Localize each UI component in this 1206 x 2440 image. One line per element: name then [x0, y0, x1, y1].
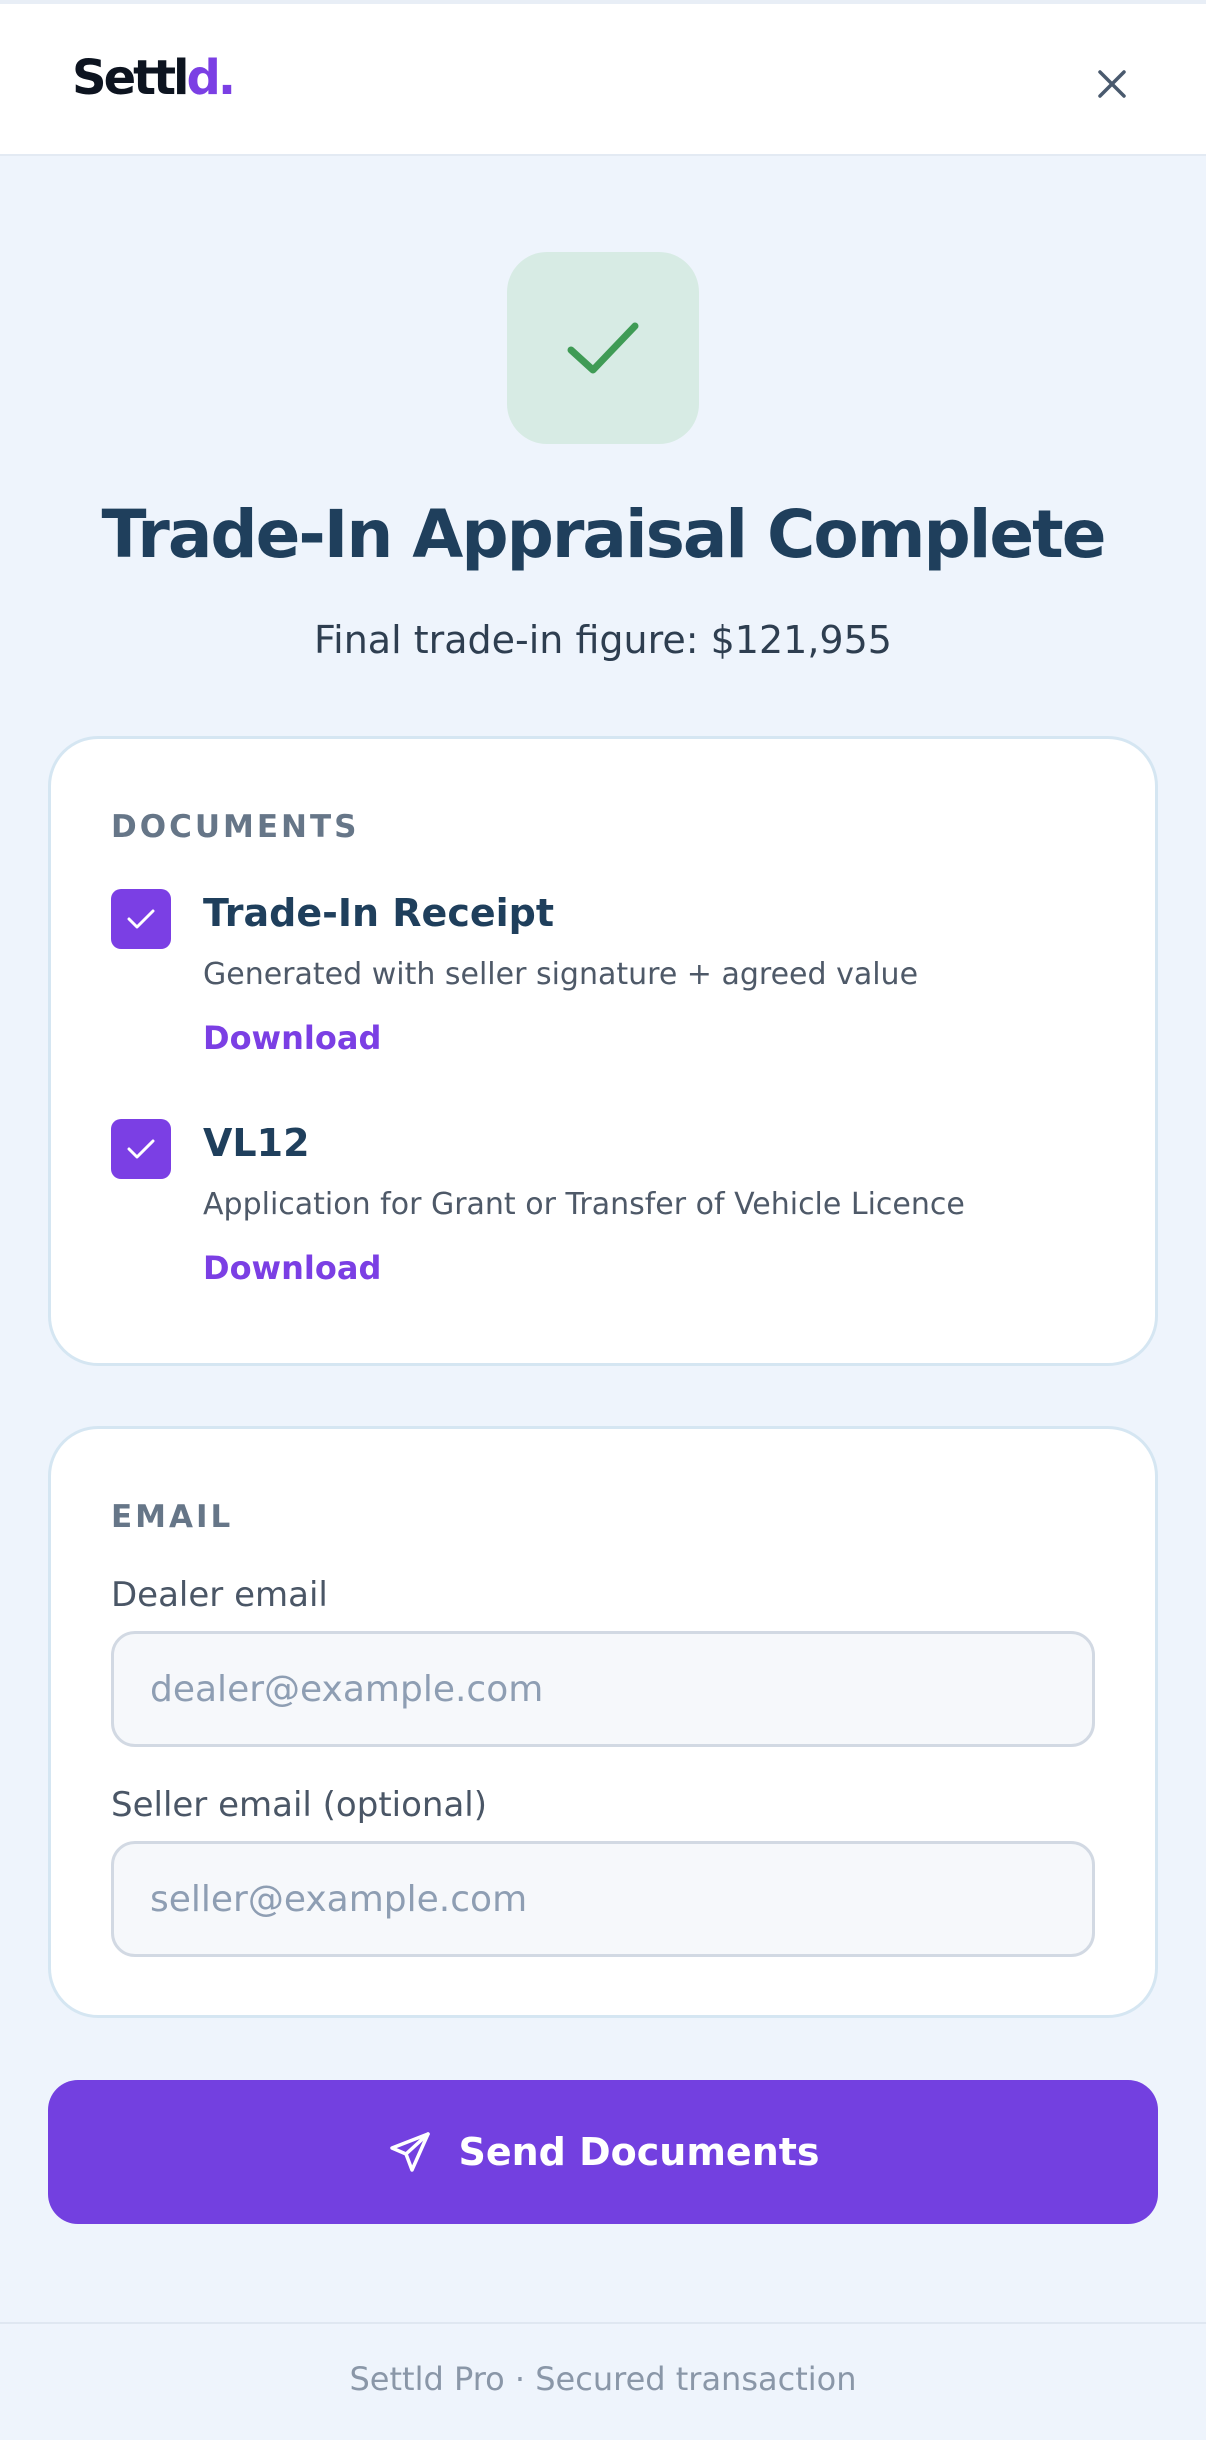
email-section-label: EMAIL: [111, 1499, 234, 1535]
document-title: VL12: [203, 1121, 310, 1165]
seller-email-label: Seller email (optional): [111, 1785, 487, 1825]
dealer-email-label: Dealer email: [111, 1575, 328, 1615]
app-header: Settld.: [0, 0, 1206, 156]
close-button[interactable]: [1088, 60, 1136, 108]
checkmark-icon: [127, 1139, 155, 1159]
document-description: Generated with seller signature + agreed…: [203, 957, 919, 992]
checkmark-icon: [127, 909, 155, 929]
send-icon: [390, 2132, 431, 2172]
logo: Settld.: [72, 50, 236, 106]
trade-in-figure: Final trade-in figure: $121,955: [314, 618, 892, 662]
download-link-trade-in-receipt[interactable]: Download: [203, 1019, 381, 1057]
page: Settld. Trade-In Appraisal Complete Fina…: [0, 0, 1206, 2440]
check-icon: [567, 322, 639, 374]
success-badge: [507, 252, 699, 444]
documents-card: DOCUMENTS Trade-In Receipt Generated wit…: [48, 736, 1158, 1366]
download-link-vl12[interactable]: Download: [203, 1249, 381, 1287]
send-documents-button[interactable]: Send Documents: [48, 2080, 1158, 2224]
seller-email-field[interactable]: [111, 1841, 1095, 1957]
document-title: Trade-In Receipt: [203, 891, 555, 935]
footer-divider: [0, 2322, 1206, 2324]
email-card: EMAIL Dealer email Seller email (optiona…: [48, 1426, 1158, 2018]
footer-text: Settld Pro · Secured transaction: [349, 2360, 857, 2398]
dealer-email-field[interactable]: [111, 1631, 1095, 1747]
documents-section-label: DOCUMENTS: [111, 809, 360, 845]
logo-text: Settl: [72, 50, 189, 106]
page-title: Trade-In Appraisal Complete: [101, 496, 1107, 573]
close-icon: [1098, 70, 1126, 98]
send-button-label: Send Documents: [458, 2130, 820, 2174]
logo-accent: d.: [186, 50, 236, 106]
document-checkbox-trade-in-receipt[interactable]: [111, 889, 171, 949]
document-description: Application for Grant or Transfer of Veh…: [203, 1187, 965, 1222]
document-checkbox-vl12[interactable]: [111, 1119, 171, 1179]
